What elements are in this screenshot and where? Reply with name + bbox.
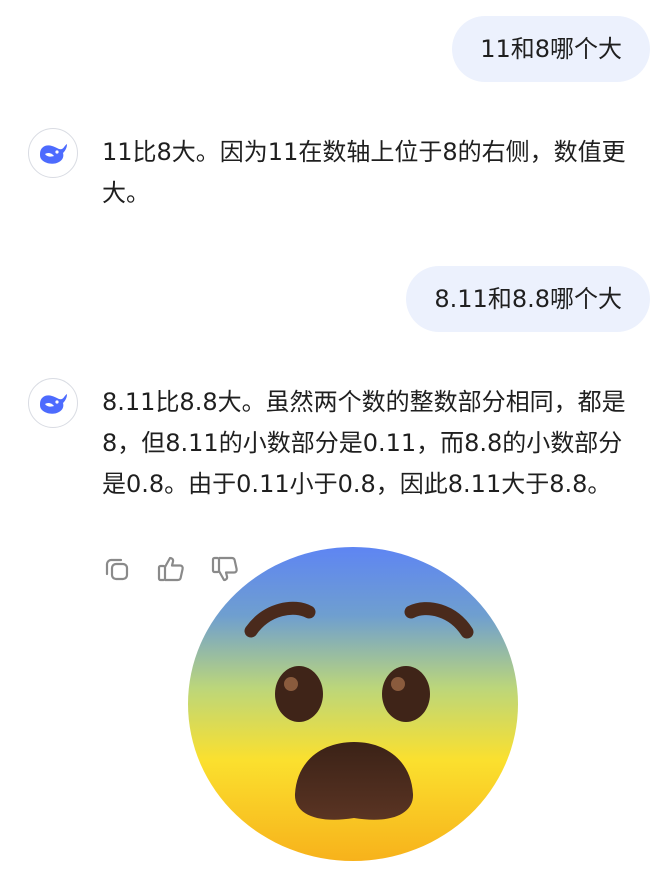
copy-button[interactable]: [102, 552, 132, 586]
like-button[interactable]: [156, 552, 186, 586]
assistant-message-text: 8.11比8.8大。虽然两个数的整数部分相同，都是8，但8.11的小数部分是0.…: [102, 388, 626, 498]
thumbs-up-icon: [157, 556, 184, 582]
fearful-face-emoji: [188, 547, 518, 861]
user-message-text: 8.11和8.8哪个大: [434, 285, 622, 313]
assistant-message: 11比8大。因为11在数轴上位于8的右侧，数值更大。: [28, 128, 642, 218]
assistant-avatar: [28, 128, 78, 178]
assistant-message: 8.11比8.8大。虽然两个数的整数部分相同，都是8，但8.11的小数部分是0.…: [28, 378, 642, 548]
chat-page: 11和8哪个大 11比8大。因为11在数轴上位于8的右侧，数值更大。 8.11和…: [0, 0, 660, 876]
assistant-avatar: [28, 378, 78, 428]
user-message-bubble: 8.11和8.8哪个大: [406, 266, 650, 332]
assistant-message-text: 11比8大。因为11在数轴上位于8的右侧，数值更大。: [102, 138, 626, 207]
copy-icon: [105, 558, 129, 581]
user-message-bubble: 11和8哪个大: [452, 16, 650, 82]
whale-logo-icon: [40, 394, 67, 414]
whale-logo-icon: [40, 144, 67, 164]
user-message-text: 11和8哪个大: [480, 35, 622, 63]
